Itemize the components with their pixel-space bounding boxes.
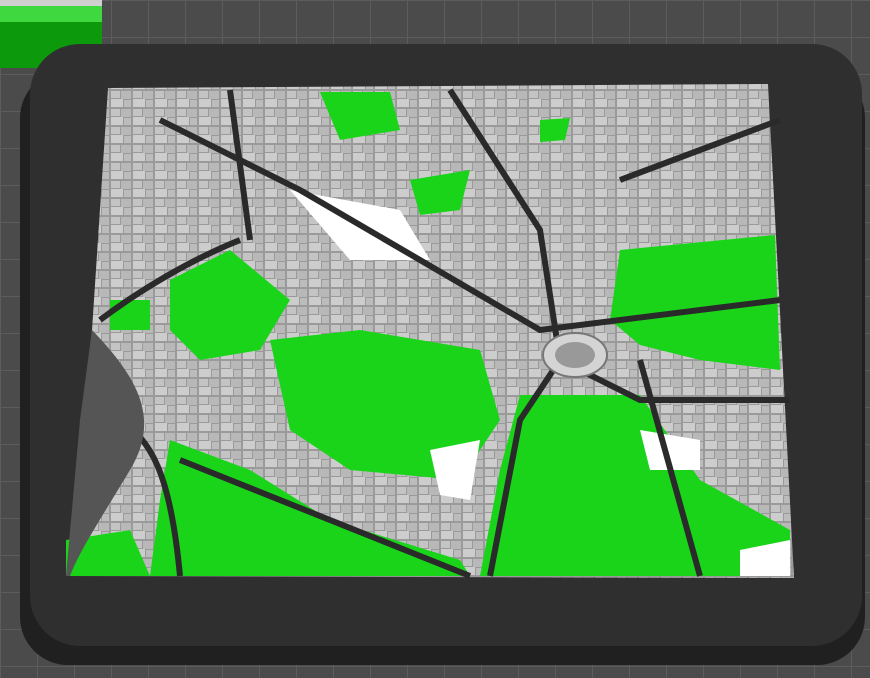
city-map-model[interactable]	[0, 0, 870, 678]
colosseum[interactable]	[542, 332, 608, 378]
